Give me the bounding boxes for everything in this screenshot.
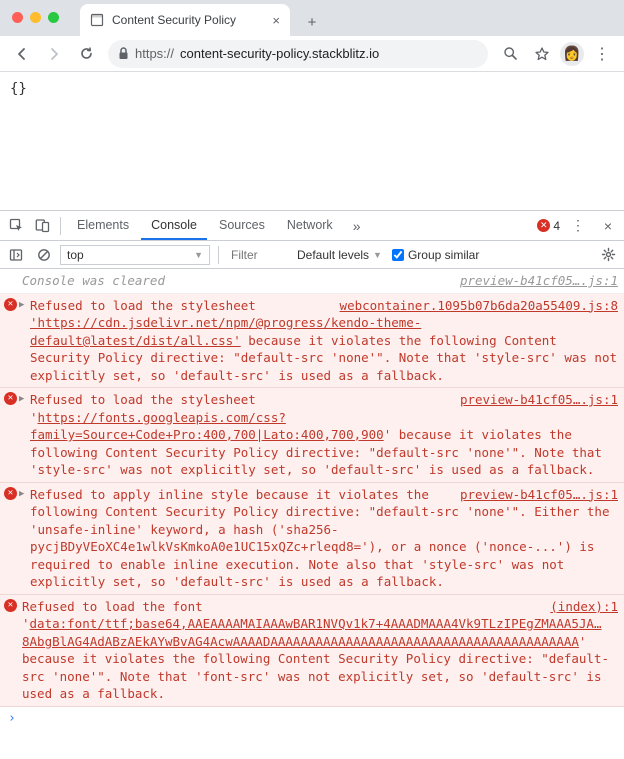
profile-avatar[interactable]: 👩 xyxy=(560,42,584,66)
lock-icon xyxy=(118,47,129,60)
tab-elements[interactable]: Elements xyxy=(67,211,139,240)
tabs-overflow-button[interactable]: » xyxy=(345,214,369,238)
expand-icon[interactable]: ▶ xyxy=(19,488,24,501)
error-icon: ✕ xyxy=(4,599,17,612)
devtools-menu-button[interactable]: ⋮ xyxy=(566,214,590,238)
console-filter-bar: top ▼ Default levels ▼ Group similar xyxy=(0,241,624,269)
inspect-element-icon[interactable] xyxy=(4,214,28,238)
url-protocol: https:// xyxy=(135,46,174,61)
source-link[interactable]: webcontainer.1095b07b6da20a55409.js:8 xyxy=(340,297,618,315)
back-button[interactable] xyxy=(8,40,36,68)
devtools-close-button[interactable]: × xyxy=(596,214,620,238)
source-link[interactable]: preview-b41cf05….js:1 xyxy=(460,391,618,409)
chevron-down-icon: ▼ xyxy=(194,250,203,260)
error-icon: ✕ xyxy=(4,487,17,500)
levels-label: Default levels xyxy=(297,248,369,262)
error-count-badge[interactable]: ✕ 4 xyxy=(537,219,560,233)
devtools-tabbar: Elements Console Sources Network » ✕ 4 ⋮… xyxy=(0,211,624,241)
console-settings-icon[interactable] xyxy=(596,243,620,267)
minimize-window-button[interactable] xyxy=(30,12,41,23)
console-error-row: ✕ ▶ preview-b41cf05….js:1 Refused to loa… xyxy=(0,388,624,483)
reload-button[interactable] xyxy=(72,40,100,68)
address-bar[interactable]: https:// content-security-policy.stackbli… xyxy=(108,40,488,68)
console-sidebar-toggle-icon[interactable] xyxy=(4,243,28,267)
context-value: top xyxy=(67,248,84,262)
close-tab-button[interactable]: × xyxy=(272,13,280,28)
close-window-button[interactable] xyxy=(12,12,23,23)
zoom-button[interactable] xyxy=(496,40,524,68)
msg-link[interactable]: data:font/ttf;base64,AAEAAAAMAIAAAwBAR1N… xyxy=(22,616,601,649)
new-tab-button[interactable]: + xyxy=(298,8,326,36)
error-icon: ✕ xyxy=(537,219,550,232)
error-icon: ✕ xyxy=(4,298,17,311)
page-viewport: {} xyxy=(0,72,624,210)
tab-console[interactable]: Console xyxy=(141,211,207,240)
bookmark-button[interactable] xyxy=(528,40,556,68)
browser-menu-button[interactable]: ⋮ xyxy=(588,40,616,68)
error-icon: ✕ xyxy=(4,392,17,405)
devtools-panel: Elements Console Sources Network » ✕ 4 ⋮… xyxy=(0,210,624,759)
log-levels-selector[interactable]: Default levels ▼ xyxy=(291,245,388,265)
console-error-row: ✕ (index):1 Refused to load the font 'da… xyxy=(0,595,624,707)
url-host: content-security-policy.stackblitz.io xyxy=(180,46,379,61)
separator xyxy=(218,246,219,264)
source-link[interactable]: (index):1 xyxy=(550,598,618,616)
group-similar-label: Group similar xyxy=(408,248,479,262)
forward-button[interactable] xyxy=(40,40,68,68)
group-similar-input[interactable] xyxy=(392,249,404,261)
console-error-row: ✕ ▶ webcontainer.1095b07b6da20a55409.js:… xyxy=(0,294,624,389)
clear-console-icon[interactable] xyxy=(32,243,56,267)
expand-icon[interactable]: ▶ xyxy=(19,299,24,312)
console-info-row: preview-b41cf05….js:1 Console was cleare… xyxy=(0,269,624,294)
tab-network[interactable]: Network xyxy=(277,211,343,240)
tab-title: Content Security Policy xyxy=(112,13,236,27)
console-output: preview-b41cf05….js:1 Console was cleare… xyxy=(0,269,624,759)
browser-tabstrip: Content Security Policy × + xyxy=(0,0,624,36)
group-similar-checkbox[interactable]: Group similar xyxy=(392,248,479,262)
page-body-text: {} xyxy=(10,81,27,97)
maximize-window-button[interactable] xyxy=(48,12,59,23)
error-count: 4 xyxy=(553,219,560,233)
tab-sources[interactable]: Sources xyxy=(209,211,275,240)
console-prompt[interactable]: › xyxy=(0,707,624,730)
page-favicon-icon xyxy=(90,13,104,27)
source-link[interactable]: preview-b41cf05….js:1 xyxy=(460,272,618,290)
chevron-down-icon: ▼ xyxy=(373,250,382,260)
window-controls xyxy=(12,12,59,23)
context-selector[interactable]: top ▼ xyxy=(60,245,210,265)
separator xyxy=(60,217,61,235)
browser-toolbar: https:// content-security-policy.stackbli… xyxy=(0,36,624,72)
browser-tab[interactable]: Content Security Policy × xyxy=(80,4,290,36)
console-cleared-text: Console was cleared xyxy=(22,273,165,288)
msg-pre: Refused to load the stylesheet xyxy=(30,298,256,313)
device-toggle-icon[interactable] xyxy=(30,214,54,238)
msg-link[interactable]: https://fonts.googleapis.com/css?family=… xyxy=(30,410,384,443)
console-error-row: ✕ ▶ preview-b41cf05….js:1 Refused to app… xyxy=(0,483,624,595)
source-link[interactable]: preview-b41cf05….js:1 xyxy=(460,486,618,504)
filter-input[interactable] xyxy=(227,245,287,265)
expand-icon[interactable]: ▶ xyxy=(19,393,24,406)
